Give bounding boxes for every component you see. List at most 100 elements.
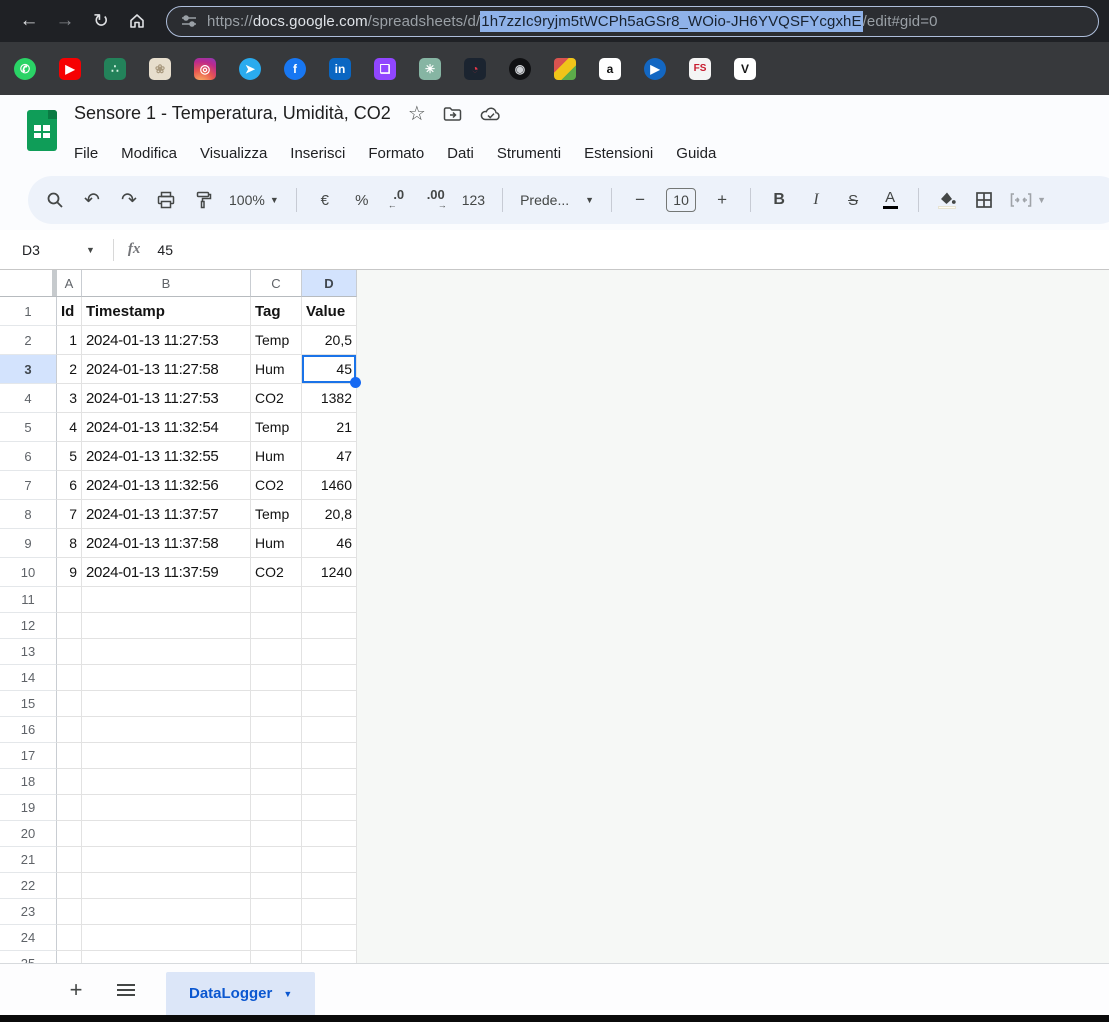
cell-D19[interactable]	[302, 795, 357, 821]
row-header-15[interactable]: 15	[0, 691, 57, 717]
cell-B19[interactable]	[82, 795, 251, 821]
col-header-D[interactable]: D	[302, 270, 357, 297]
cell-B18[interactable]	[82, 769, 251, 795]
cell-C3[interactable]: Hum	[251, 355, 302, 384]
cell-D16[interactable]	[302, 717, 357, 743]
cell-B17[interactable]	[82, 743, 251, 769]
cell-A11[interactable]	[57, 587, 82, 613]
row-header-25[interactable]: 25	[0, 951, 57, 963]
cell-A18[interactable]	[57, 769, 82, 795]
cell-D14[interactable]	[302, 665, 357, 691]
cell-C10[interactable]: CO2	[251, 558, 302, 587]
cell-C16[interactable]	[251, 717, 302, 743]
bookmark-facebook-icon[interactable]: f	[284, 57, 306, 80]
cell-D1[interactable]: Value	[302, 297, 357, 326]
cell-A5[interactable]: 4	[57, 413, 82, 442]
all-sheets-menu-icon[interactable]	[112, 976, 140, 1004]
decrease-decimal-button[interactable]: .0 ←	[388, 185, 410, 215]
back-icon[interactable]: ←	[14, 6, 44, 36]
bookmark-chatgpt-icon[interactable]: ✳	[419, 57, 441, 80]
cell-B10[interactable]: 2024-01-13 11:37:59	[82, 558, 251, 587]
font-size-input[interactable]: 10	[666, 188, 697, 212]
bookmark-trenitalia-icon[interactable]: FS	[689, 57, 711, 80]
cell-B23[interactable]	[82, 899, 251, 925]
cell-B5[interactable]: 2024-01-13 11:32:54	[82, 413, 251, 442]
bookmark-instagram-icon[interactable]: ◎	[194, 57, 216, 80]
cell-D11[interactable]	[302, 587, 357, 613]
increase-decimal-button[interactable]: .00 →	[425, 185, 447, 215]
row-header-10[interactable]: 10	[0, 558, 57, 587]
search-icon[interactable]	[44, 185, 66, 215]
cell-D6[interactable]: 47	[302, 442, 357, 471]
cell-C21[interactable]	[251, 847, 302, 873]
cell-C14[interactable]	[251, 665, 302, 691]
row-header-7[interactable]: 7	[0, 471, 57, 500]
font-select[interactable]: Prede... ▼	[520, 185, 594, 215]
borders-button[interactable]	[973, 185, 995, 215]
zoom-select[interactable]: 100% ▼	[229, 185, 279, 215]
row-header-20[interactable]: 20	[0, 821, 57, 847]
cell-A10[interactable]: 9	[57, 558, 82, 587]
sheets-logo-icon[interactable]	[27, 110, 57, 151]
bookmark-badge-app-icon[interactable]: ◉	[509, 57, 531, 80]
text-color-button[interactable]: A	[879, 185, 901, 215]
increase-font-size-button[interactable]: +	[711, 185, 733, 215]
strikethrough-button[interactable]: S	[842, 185, 864, 215]
bookmark-whatsapp-icon[interactable]: ✆	[14, 57, 36, 80]
row-header-3[interactable]: 3	[0, 355, 57, 384]
redo-icon[interactable]: ↷	[118, 185, 140, 215]
cell-C23[interactable]	[251, 899, 302, 925]
paint-format-icon[interactable]	[192, 185, 214, 215]
cell-A3[interactable]: 2	[57, 355, 82, 384]
cell-B6[interactable]: 2024-01-13 11:32:55	[82, 442, 251, 471]
url-text[interactable]: https://docs.google.com/spreadsheets/d/1…	[207, 10, 938, 32]
sheet-tab-dropdown-icon[interactable]: ▼	[283, 989, 292, 999]
row-header-23[interactable]: 23	[0, 899, 57, 925]
cell-D15[interactable]	[302, 691, 357, 717]
menu-file[interactable]: File	[74, 145, 98, 162]
row-header-21[interactable]: 21	[0, 847, 57, 873]
row-header-17[interactable]: 17	[0, 743, 57, 769]
row-header-2[interactable]: 2	[0, 326, 57, 355]
row-header-1[interactable]: 1	[0, 297, 57, 326]
cell-B9[interactable]: 2024-01-13 11:37:58	[82, 529, 251, 558]
cell-A8[interactable]: 7	[57, 500, 82, 529]
cloud-saved-icon[interactable]	[480, 106, 502, 122]
cell-B8[interactable]: 2024-01-13 11:37:57	[82, 500, 251, 529]
cell-A12[interactable]	[57, 613, 82, 639]
add-sheet-button[interactable]: +	[62, 976, 90, 1004]
cell-A15[interactable]	[57, 691, 82, 717]
undo-icon[interactable]: ↶	[81, 185, 103, 215]
address-bar[interactable]: https://docs.google.com/spreadsheets/d/1…	[166, 5, 1099, 37]
menu-strumenti[interactable]: Strumenti	[497, 145, 561, 162]
cell-B20[interactable]	[82, 821, 251, 847]
bookmark-gauge-app-icon[interactable]: ◔	[464, 57, 486, 80]
currency-format-button[interactable]: €	[314, 185, 336, 215]
forward-icon[interactable]: →	[50, 6, 80, 36]
percent-format-button[interactable]: %	[351, 185, 373, 215]
cell-C24[interactable]	[251, 925, 302, 951]
row-header-11[interactable]: 11	[0, 587, 57, 613]
cell-B14[interactable]	[82, 665, 251, 691]
fill-handle[interactable]	[350, 377, 361, 388]
menu-dati[interactable]: Dati	[447, 145, 474, 162]
row-header-24[interactable]: 24	[0, 925, 57, 951]
cell-D22[interactable]	[302, 873, 357, 899]
cell-D23[interactable]	[302, 899, 357, 925]
merge-cells-button[interactable]: ▼	[1010, 185, 1046, 215]
cell-A4[interactable]: 3	[57, 384, 82, 413]
cell-A9[interactable]: 8	[57, 529, 82, 558]
col-header-A[interactable]: A	[57, 270, 82, 297]
cell-A19[interactable]	[57, 795, 82, 821]
cell-C7[interactable]: CO2	[251, 471, 302, 500]
cell-C9[interactable]: Hum	[251, 529, 302, 558]
cell-C15[interactable]	[251, 691, 302, 717]
cell-D17[interactable]	[302, 743, 357, 769]
select-all-corner[interactable]	[0, 270, 57, 297]
col-header-B[interactable]: B	[82, 270, 251, 297]
cell-C2[interactable]: Temp	[251, 326, 302, 355]
cell-C22[interactable]	[251, 873, 302, 899]
cell-A25[interactable]	[57, 951, 82, 963]
row-header-16[interactable]: 16	[0, 717, 57, 743]
cell-C5[interactable]: Temp	[251, 413, 302, 442]
